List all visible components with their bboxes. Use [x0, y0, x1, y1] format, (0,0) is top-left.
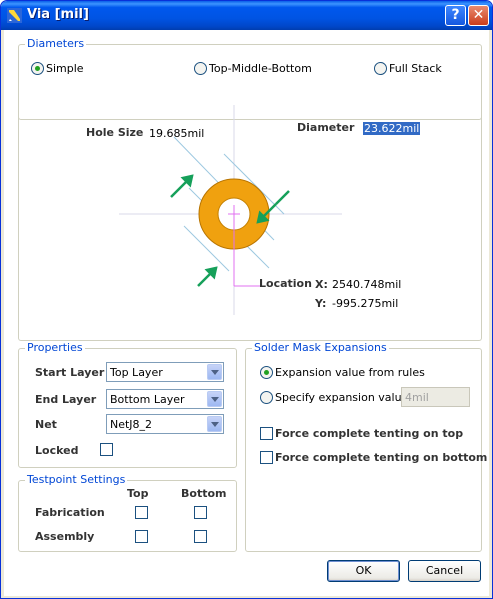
testpoint-col-top: Top	[127, 487, 149, 500]
properties-title: Properties	[25, 341, 85, 354]
specify-expansion-radio[interactable]	[260, 391, 273, 404]
x-label: X:	[315, 278, 328, 291]
window-title: Via [mil]	[27, 7, 89, 22]
testpoint-col-bottom: Bottom	[181, 487, 227, 500]
assembly-bottom-checkbox[interactable]	[194, 530, 207, 543]
location-label: Location	[259, 277, 312, 290]
end-layer-select[interactable]: Bottom Layer	[106, 389, 224, 409]
chevron-down-icon[interactable]	[207, 364, 222, 380]
net-select[interactable]: NetJ8_2	[106, 414, 224, 434]
testpoint-title: Testpoint Settings	[25, 473, 128, 486]
start-layer-label: Start Layer	[35, 366, 105, 379]
top-middle-bottom-radio[interactable]	[194, 62, 207, 75]
app-icon	[7, 8, 22, 23]
dialog-body: Diameters Simple Top-Middle-Bottom Full …	[4, 30, 489, 596]
y-value[interactable]: -995.275mil	[332, 297, 398, 310]
diameters-title: Diameters	[25, 37, 87, 50]
ok-button[interactable]: OK	[327, 560, 400, 582]
diameter-label: Diameter	[297, 121, 355, 134]
expansion-from-rules-radio[interactable]	[260, 366, 273, 379]
x-value[interactable]: 2540.748mil	[332, 278, 401, 291]
net-value: NetJ8_2	[110, 418, 153, 431]
tent-top-label[interactable]: Force complete tenting on top	[275, 427, 463, 440]
simple-label[interactable]: Simple	[46, 62, 84, 75]
cancel-button[interactable]: Cancel	[408, 560, 481, 582]
simple-radio[interactable]	[31, 62, 44, 75]
specify-expansion-label[interactable]: Specify expansion value	[275, 391, 408, 404]
tent-top-checkbox[interactable]	[260, 427, 273, 440]
tent-bottom-label[interactable]: Force complete tenting on bottom	[275, 451, 487, 464]
chevron-down-icon[interactable]	[207, 391, 222, 407]
fabrication-bottom-checkbox[interactable]	[194, 506, 207, 519]
locked-checkbox[interactable]	[100, 443, 113, 456]
assembly-top-checkbox[interactable]	[135, 530, 148, 543]
help-button[interactable]: ?	[445, 5, 466, 26]
full-stack-radio[interactable]	[374, 62, 387, 75]
hole-size-label: Hole Size	[86, 126, 144, 139]
solder-mask-title: Solder Mask Expansions	[252, 341, 389, 354]
top-middle-bottom-label[interactable]: Top-Middle-Bottom	[209, 62, 312, 75]
tent-bottom-checkbox[interactable]	[260, 451, 273, 464]
start-layer-value: Top Layer	[110, 366, 163, 379]
specify-expansion-input[interactable]: 4mil	[401, 387, 470, 407]
net-label: Net	[35, 418, 57, 431]
assembly-label: Assembly	[35, 530, 95, 543]
fabrication-label: Fabrication	[35, 506, 105, 519]
title-bar[interactable]: Via [mil] ? ✕	[1, 1, 492, 30]
locked-label: Locked	[35, 444, 79, 457]
end-layer-label: End Layer	[35, 393, 97, 406]
end-layer-value: Bottom Layer	[110, 393, 185, 406]
hole-size-value[interactable]: 19.685mil	[149, 127, 204, 140]
close-button[interactable]: ✕	[468, 5, 489, 26]
via-dialog: Via [mil] ? ✕ Diameters Simple Top-Middl…	[0, 0, 493, 599]
y-label: Y:	[315, 297, 327, 310]
full-stack-label[interactable]: Full Stack	[389, 62, 442, 75]
start-layer-select[interactable]: Top Layer	[106, 362, 224, 382]
chevron-down-icon[interactable]	[207, 416, 222, 432]
fabrication-top-checkbox[interactable]	[135, 506, 148, 519]
diameter-value[interactable]: 23.622mil	[363, 122, 421, 135]
expansion-from-rules-label[interactable]: Expansion value from rules	[275, 366, 425, 379]
